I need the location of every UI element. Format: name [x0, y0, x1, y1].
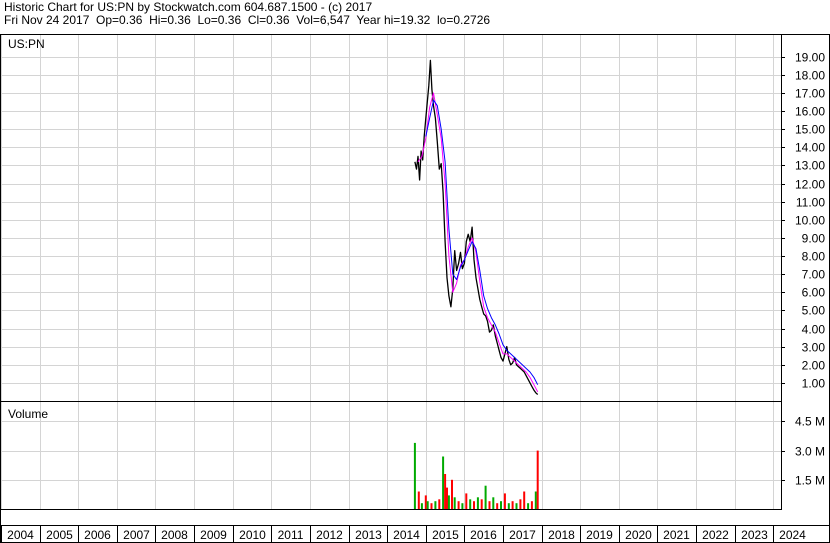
volume-bar: [457, 501, 460, 509]
price-y-tick-label: 8.00: [802, 250, 826, 264]
volume-bar: [511, 501, 514, 509]
price-y-tick-label: 16.00: [795, 105, 825, 119]
volume-y-tick-label: 3.0 M: [795, 445, 825, 459]
volume-y-axis: 1.5 M 3.0 M 4.5 M: [781, 415, 825, 488]
price-panel-title: US:PN: [8, 37, 45, 51]
price-series-group: [414, 59, 539, 395]
x-tick-label: 2020: [625, 528, 652, 542]
volume-bar: [426, 501, 429, 509]
x-tick-label: 2005: [46, 528, 73, 542]
x-tick-label: 2013: [355, 528, 382, 542]
price-y-tick-label: 13.00: [795, 159, 825, 173]
x-tick-label: 2007: [123, 528, 150, 542]
series-line-ma-long: [425, 99, 539, 385]
volume-bar: [476, 497, 479, 509]
x-tick-label: 2014: [393, 528, 420, 542]
volume-bar: [492, 497, 495, 509]
volume-bar: [500, 501, 502, 509]
volume-bar: [534, 491, 537, 509]
volume-y-tick-label: 4.5 M: [795, 415, 825, 429]
volume-bar: [442, 456, 445, 509]
price-y-tick-label: 19.00: [795, 51, 825, 65]
price-y-tick-label: 2.00: [802, 359, 826, 373]
volume-bar: [515, 503, 518, 509]
volume-bar: [413, 442, 416, 509]
price-y-tick-label: 18.00: [795, 69, 825, 83]
x-tick-label: 2009: [200, 528, 227, 542]
volume-bar: [530, 501, 533, 509]
volume-bars-group: [413, 442, 539, 509]
price-y-tick-label: 9.00: [802, 232, 826, 246]
price-y-tick-label: 1.00: [802, 377, 826, 391]
x-tick-label: 2018: [548, 528, 575, 542]
volume-bar: [461, 503, 464, 509]
volume-bar: [430, 503, 433, 509]
stock-chart: Historic Chart for US:PN by Stockwatch.c…: [0, 0, 830, 543]
volume-bar: [484, 485, 487, 509]
price-y-tick-label: 5.00: [802, 304, 826, 318]
volume-bar: [417, 491, 420, 509]
x-tick-label: 2019: [586, 528, 613, 542]
volume-bar: [451, 479, 453, 509]
volume-bar: [434, 501, 437, 509]
series-line-price: [414, 59, 539, 395]
volume-bar: [519, 499, 522, 509]
x-tick-label: 2024: [779, 528, 806, 542]
x-tick-label: 2008: [161, 528, 188, 542]
price-y-tick-label: 4.00: [802, 323, 826, 337]
volume-bar: [503, 493, 506, 509]
price-y-tick-label: 3.00: [802, 341, 826, 355]
x-tick-label: 2022: [702, 528, 729, 542]
price-y-tick-label: 14.00: [795, 141, 825, 155]
volume-bar: [496, 503, 499, 509]
volume-bar: [488, 501, 491, 509]
volume-bar: [420, 503, 423, 509]
volume-bar: [473, 501, 475, 509]
x-tick-label: 2015: [432, 528, 459, 542]
x-tick-label: 2006: [84, 528, 111, 542]
price-y-axis: 1.00 2.00 3.00 4.00 5.00 6.00 7.00 8.00 9.00 10.0…: [781, 51, 825, 391]
volume-bar: [424, 495, 427, 509]
volume-grid: [1, 402, 781, 509]
volume-panel-title: Volume: [8, 407, 48, 421]
volume-bar: [444, 474, 447, 509]
volume-bar: [480, 499, 483, 509]
price-y-tick-label: 6.00: [802, 286, 826, 300]
volume-bar: [507, 503, 510, 509]
price-y-tick-label: 15.00: [795, 123, 825, 137]
chart-canvas: 1.00 2.00 3.00 4.00 5.00 6.00 7.00 8.00 9.00 10.0…: [0, 34, 830, 543]
price-y-tick-label: 11.00: [796, 196, 825, 210]
price-y-tick-label: 12.00: [795, 178, 825, 192]
volume-bar: [447, 495, 450, 509]
volume-bar: [469, 499, 472, 509]
x-tick-label: 2016: [470, 528, 497, 542]
x-tick-label: 2023: [741, 528, 768, 542]
volume-bar: [523, 491, 526, 509]
volume-bar: [438, 499, 441, 509]
x-tick-label: 2012: [316, 528, 343, 542]
x-axis: 2004 2005 2006 2007 2008 2009 2010 2011 2012 2013…: [0, 525, 830, 543]
volume-y-tick-label: 1.5 M: [795, 474, 825, 488]
volume-bar: [446, 487, 448, 509]
x-tick-label: 2021: [663, 528, 690, 542]
volume-bar: [536, 450, 539, 509]
price-y-tick-label: 7.00: [802, 268, 826, 282]
volume-bar: [453, 497, 456, 509]
x-tick-label: 2010: [239, 528, 266, 542]
volume-bar: [527, 503, 530, 509]
x-tick-label: 2011: [278, 528, 304, 542]
price-grid: [1, 35, 781, 401]
price-y-tick-label: 10.00: [795, 214, 825, 228]
price-y-tick-label: 17.00: [795, 87, 825, 101]
x-tick-label: 2004: [7, 528, 34, 542]
x-tick-label: 2017: [509, 528, 536, 542]
volume-bar: [465, 493, 468, 509]
